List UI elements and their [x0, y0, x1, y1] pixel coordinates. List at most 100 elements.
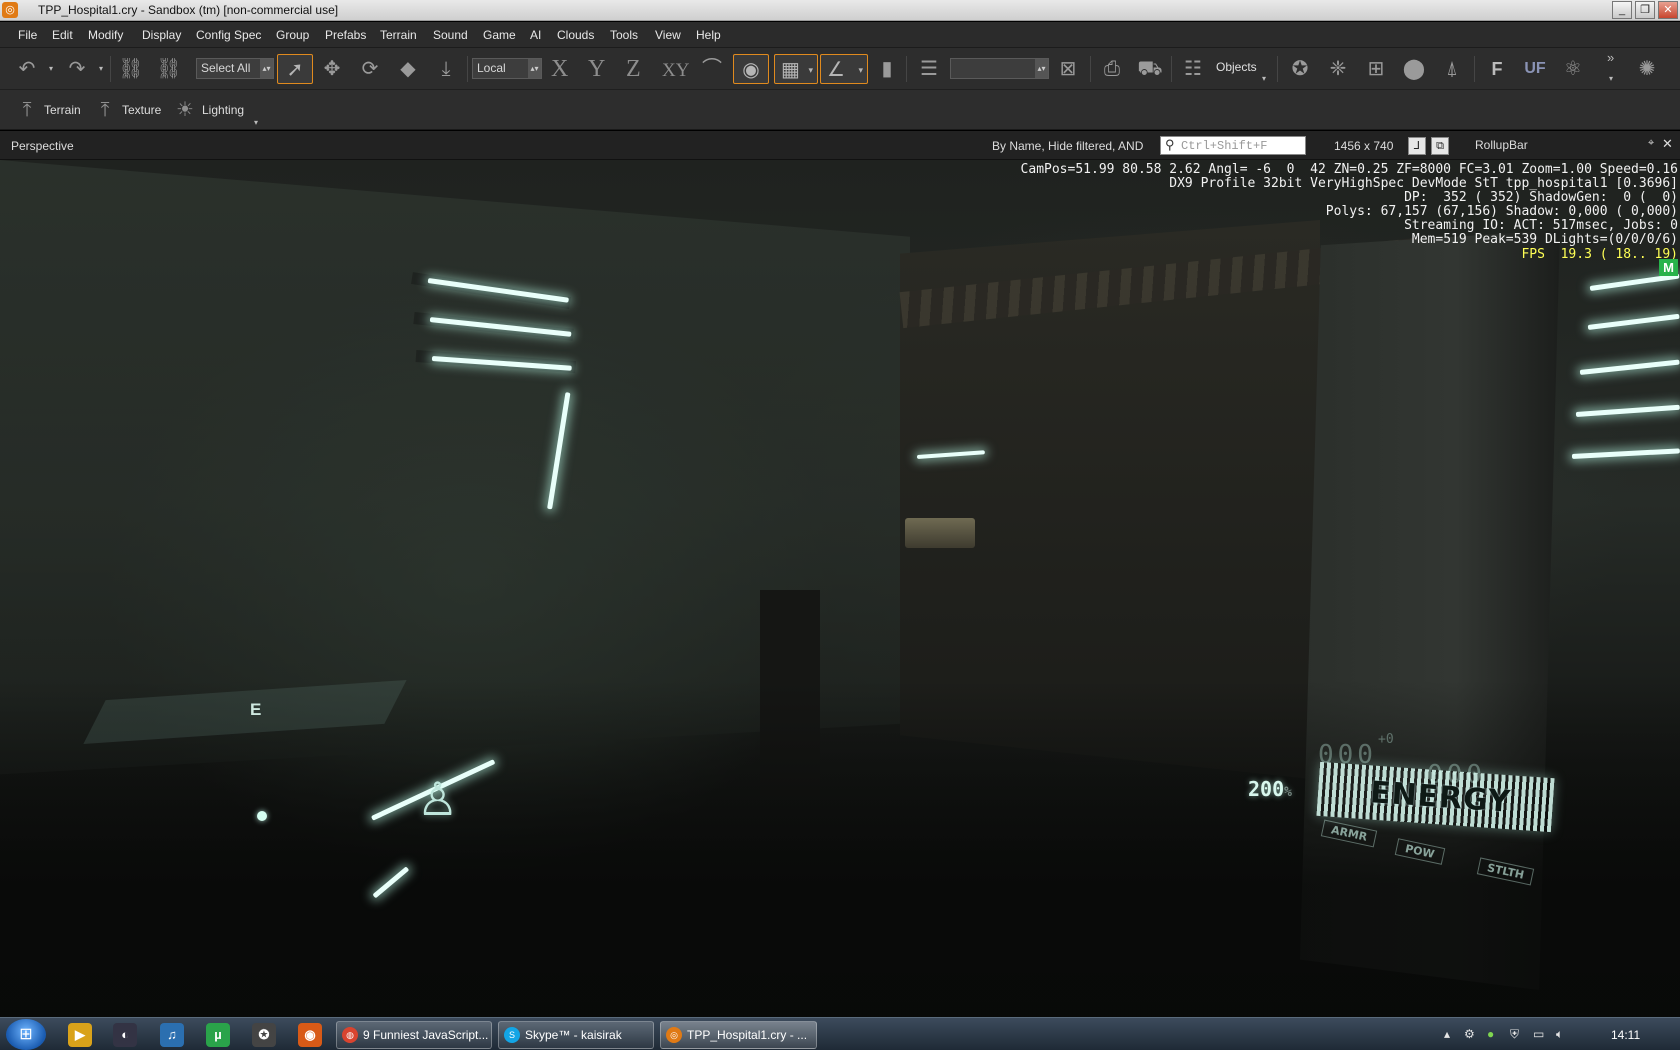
menu-clouds[interactable]: Clouds — [557, 28, 594, 42]
stats-drawcalls: DP: 352 ( 352) ShadowGen: 0 ( 0) — [1404, 190, 1678, 206]
scene-sink — [905, 518, 975, 548]
scene-fluorescent-light — [1575, 404, 1680, 417]
tray-volume-icon[interactable]: 🔈︎ — [1556, 1027, 1563, 1042]
taskbar-item-sandbox[interactable]: ◎ TPP_Hospital1.cry - ... — [660, 1021, 817, 1049]
taskbar-item-skype[interactable]: S Skype™ - kaisirak — [498, 1021, 654, 1049]
particles-icon[interactable]: ❈ — [1323, 54, 1353, 84]
globe-icon[interactable]: ✺ — [1632, 54, 1662, 84]
axis-xy-button[interactable]: XY — [662, 60, 689, 82]
utorrent-icon[interactable]: µ — [206, 1023, 230, 1047]
menu-display[interactable]: Display — [142, 28, 181, 42]
objects-dropdown-icon[interactable]: ▾ — [1262, 74, 1266, 83]
menu-file[interactable]: File — [18, 28, 37, 42]
layer-list-icon[interactable]: ☰ — [914, 54, 944, 84]
toolbar-separator — [906, 56, 907, 82]
viewport-axis-icon[interactable]: ⅃ — [1408, 137, 1426, 155]
menu-game[interactable]: Game — [483, 28, 516, 42]
unlink-icon[interactable]: ⛓ — [154, 54, 184, 84]
tray-expand-icon[interactable]: ▴ — [1444, 1027, 1450, 1041]
perspective-viewport[interactable]: CamPos=51.99 80.58 2.62 Angl= -6 0 42 ZN… — [0, 160, 1680, 1017]
maximize-button[interactable]: ❐ — [1635, 1, 1655, 19]
grid-snap-icon[interactable]: ▦ ▾ — [774, 54, 818, 84]
rotate-tool-icon[interactable]: ⟳ — [355, 54, 385, 84]
hud-health-value: 200% — [1248, 777, 1292, 801]
measure-icon[interactable]: ⍋ — [1437, 54, 1467, 84]
terrain-axis-icon[interactable]: ⌒ — [697, 54, 727, 84]
ruler-icon[interactable]: ▮ — [876, 54, 898, 84]
taskbar-item-label: 9 Funniest JavaScript... — [363, 1028, 489, 1042]
viewport-maximize-icon[interactable]: ⧉ — [1431, 137, 1449, 155]
shape-icon[interactable]: ⬤ — [1399, 54, 1429, 84]
taskbar-clock[interactable]: 14:11 — [1611, 1028, 1640, 1042]
scene-fluorescent-light — [1571, 448, 1680, 459]
sandbox-icon: ◎ — [666, 1027, 682, 1043]
axis-x-button[interactable]: X — [551, 56, 568, 83]
selection-dropdown[interactable]: Select All ▴▾ — [196, 58, 274, 79]
menu-view[interactable]: View — [655, 28, 681, 42]
menu-ai[interactable]: AI — [530, 28, 541, 42]
axis-y-button[interactable]: Y — [588, 56, 605, 83]
ai-point-icon[interactable]: ✪ — [1285, 54, 1315, 84]
steam-like-icon[interactable]: ◐ — [113, 1023, 137, 1047]
sandbox-app-icon[interactable]: ◎ — [2, 2, 18, 18]
coord-system-dropdown[interactable]: Local ▴▾ — [472, 58, 542, 79]
camera-eye-icon[interactable]: ◉ — [733, 54, 769, 84]
terrain-button[interactable]: ⤒ Terrain — [14, 96, 81, 124]
tray-network-icon[interactable]: ▭ — [1533, 1027, 1544, 1041]
axis-z-button[interactable]: Z — [626, 56, 641, 83]
menu-prefabs[interactable]: Prefabs — [325, 28, 366, 42]
save-objects-icon[interactable]: ⎙ — [1097, 54, 1127, 84]
link-icon[interactable]: ⛓ — [116, 54, 146, 84]
object-search-input[interactable] — [1181, 138, 1301, 153]
media-player-icon[interactable]: ▶ — [68, 1023, 92, 1047]
snap-to-terrain-icon[interactable]: ⤓ — [431, 54, 461, 84]
rollup-bar-title: RollupBar — [1475, 138, 1528, 152]
texture-button[interactable]: ⤒ Texture — [92, 96, 162, 124]
tray-steam-icon[interactable]: ⚙ — [1464, 1027, 1475, 1041]
close-button[interactable]: ✕ — [1658, 1, 1678, 19]
menu-config-spec[interactable]: Config Spec — [196, 28, 261, 42]
menu-edit[interactable]: Edit — [52, 28, 73, 42]
layer-dropdown[interactable]: ▴▾ — [950, 58, 1049, 79]
tray-app-icon[interactable]: ● — [1487, 1027, 1494, 1041]
layer-settings-icon[interactable]: ⊠ — [1053, 54, 1083, 84]
menu-group[interactable]: Group — [276, 28, 309, 42]
move-tool-icon[interactable]: ✥ — [317, 54, 347, 84]
firefox-icon[interactable]: ◉ — [298, 1023, 322, 1047]
viewport-title[interactable]: Perspective — [11, 139, 74, 153]
molecule-icon[interactable]: ⚛ — [1558, 54, 1588, 84]
pin-icon[interactable]: ⌖ — [1648, 137, 1654, 150]
redo-dropdown-icon[interactable]: ▾ — [99, 64, 103, 73]
undo-dropdown-icon[interactable]: ▾ — [49, 64, 53, 73]
object-search-box[interactable]: ⚲ — [1160, 136, 1306, 155]
filter-mode-label[interactable]: By Name, Hide filtered, AND — [992, 139, 1143, 153]
menu-modify[interactable]: Modify — [88, 28, 123, 42]
scale-tool-icon[interactable]: ◆ — [393, 54, 423, 84]
itunes-icon[interactable]: ♫ — [160, 1023, 184, 1047]
undo-icon[interactable]: ↶ — [12, 54, 42, 84]
start-button[interactable]: ⊞ — [6, 1019, 46, 1050]
tray-security-icon[interactable]: ⛨ — [1510, 1027, 1519, 1042]
rollup-close-icon[interactable]: ✕ — [1662, 136, 1673, 152]
app-tray-icon[interactable]: ✪ — [252, 1023, 276, 1047]
ui-editor-icon[interactable]: UF — [1520, 54, 1550, 84]
minimize-button[interactable]: _ — [1612, 1, 1632, 19]
toolbar-overflow-icon[interactable]: » — [1607, 50, 1614, 65]
lighting-button[interactable]: ☀ Lighting — [172, 96, 244, 124]
physics-icon[interactable]: ⛟ — [1135, 54, 1165, 84]
menu-help[interactable]: Help — [696, 28, 721, 42]
menu-tools[interactable]: Tools — [610, 28, 638, 42]
flowgraph-icon[interactable]: F — [1482, 54, 1512, 84]
menu-terrain[interactable]: Terrain — [380, 28, 417, 42]
toolbar-separator — [1474, 56, 1475, 82]
angle-snap-icon[interactable]: ∠ ▾ — [820, 54, 868, 84]
select-tool-icon[interactable]: ➚ — [277, 54, 313, 84]
taskbar-item-chrome[interactable]: ◍ 9 Funniest JavaScript... — [336, 1021, 492, 1049]
grid-object-icon[interactable]: ⊞ — [1361, 54, 1391, 84]
toolbar2-options-icon[interactable]: ▾ — [254, 118, 258, 127]
menu-sound[interactable]: Sound — [433, 28, 468, 42]
redo-icon[interactable]: ↷ — [62, 54, 92, 84]
toolbar-options-icon[interactable]: ▾ — [1609, 74, 1613, 83]
objects-label[interactable]: Objects — [1216, 60, 1257, 74]
objects-layers-icon[interactable]: ☷ — [1178, 54, 1208, 84]
